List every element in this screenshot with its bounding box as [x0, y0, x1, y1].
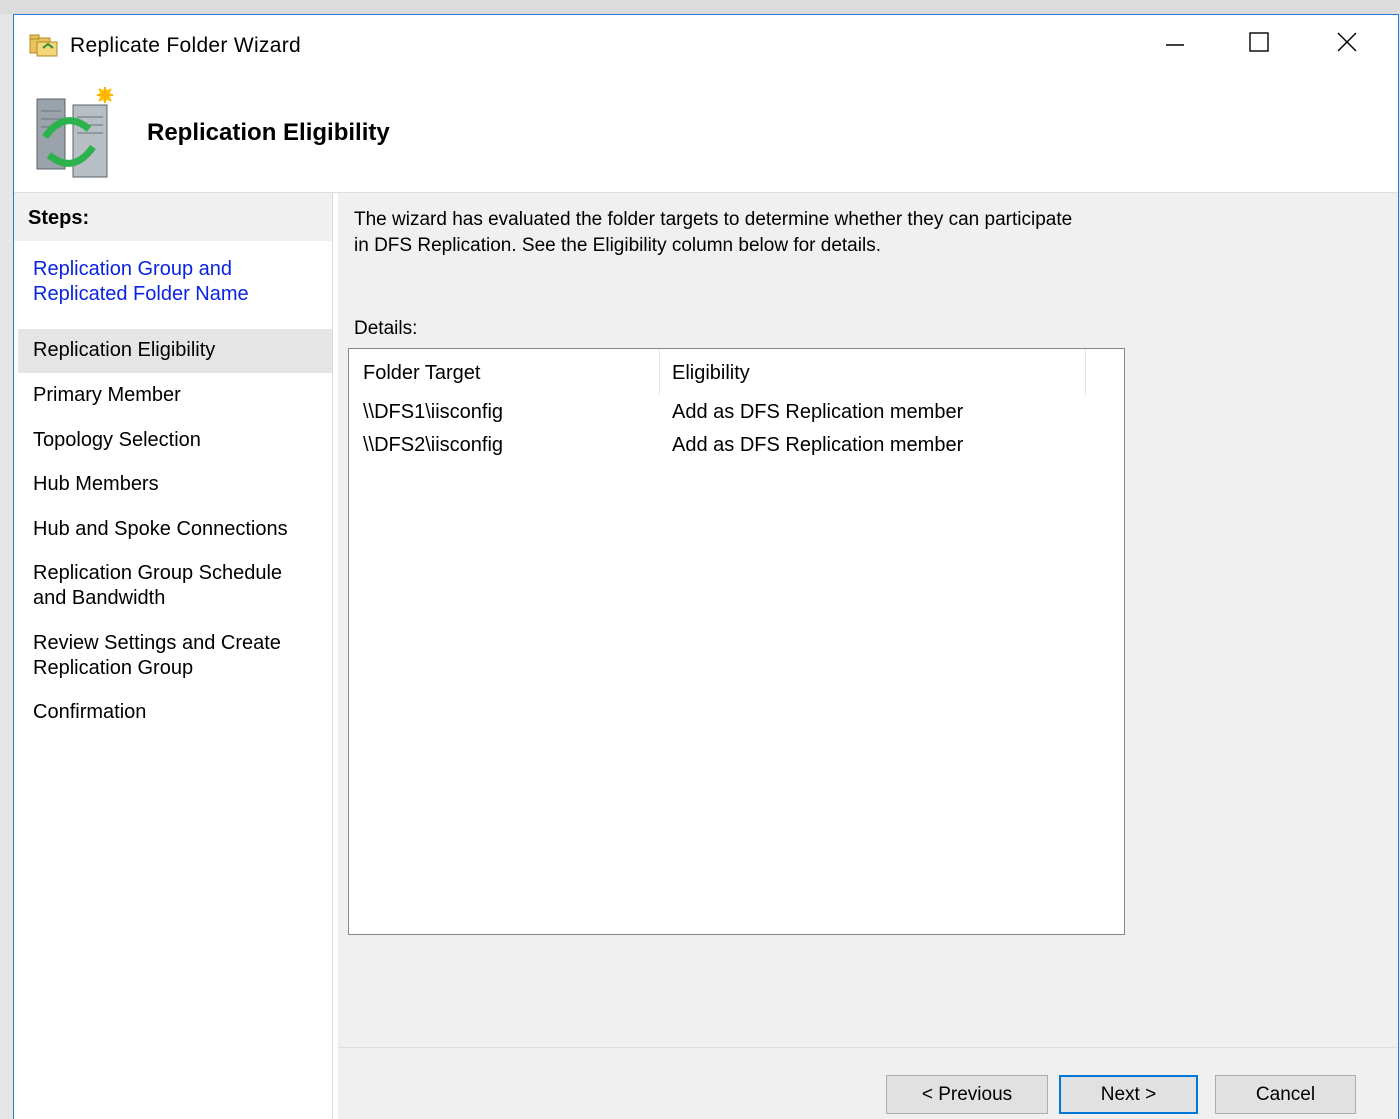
minimize-icon: [1164, 31, 1186, 58]
step-review-settings: Review Settings and Create Replication G…: [33, 632, 281, 679]
eligibility-cell: Add as DFS Replication member: [672, 401, 964, 423]
maximize-icon: [1248, 31, 1270, 58]
eligibility-cell: Add as DFS Replication member: [672, 434, 964, 456]
wizard-header: Replication Eligibility: [14, 77, 1398, 193]
cancel-button[interactable]: Cancel: [1215, 1075, 1356, 1114]
steps-panel: Steps: Replication Group and Replicated …: [14, 193, 333, 1119]
close-button[interactable]: [1327, 27, 1367, 61]
step-replication-eligibility: Replication Eligibility: [18, 329, 332, 373]
folder-target-cell: \\DFS1\iisconfig: [363, 401, 504, 423]
page-title: Replication Eligibility: [147, 119, 390, 146]
step-replication-group-name[interactable]: Replication Group and Replicated Folder …: [18, 257, 332, 307]
step-schedule-bandwidth: Replication Group Schedule and Bandwidth: [33, 562, 283, 609]
desktop-backdrop: [0, 0, 1400, 14]
previous-button[interactable]: < Previous: [886, 1075, 1048, 1114]
next-button[interactable]: Next >: [1059, 1075, 1198, 1114]
replication-servers-icon: [29, 87, 121, 181]
table-row[interactable]: \\DFS2\iisconfig Add as DFS Replication …: [349, 430, 1086, 462]
wizard-window: Replicate Folder Wizard Replication Elig…: [13, 14, 1399, 1119]
step-primary-member: Primary Member: [33, 384, 181, 406]
close-icon: [1336, 31, 1358, 58]
column-header-eligibility[interactable]: Eligibility: [660, 349, 1086, 395]
steps-heading: Steps:: [14, 193, 332, 241]
window-title: Replicate Folder Wizard: [70, 34, 301, 57]
step-topology-selection: Topology Selection: [33, 429, 201, 451]
content-panel: The wizard has evaluated the folder targ…: [338, 193, 1398, 1119]
button-bar: < Previous Next > Cancel: [338, 1047, 1398, 1119]
replicate-folder-icon: [29, 31, 59, 57]
minimize-button[interactable]: [1155, 27, 1195, 61]
table-row[interactable]: \\DFS1\iisconfig Add as DFS Replication …: [349, 397, 1086, 429]
folder-target-cell: \\DFS2\iisconfig: [363, 434, 504, 456]
maximize-button[interactable]: [1239, 27, 1279, 61]
details-label: Details:: [354, 318, 418, 339]
eligibility-list[interactable]: Folder Target Eligibility \\DFS1\iisconf…: [348, 348, 1125, 935]
title-bar: Replicate Folder Wizard: [14, 15, 1398, 77]
column-header-folder-target[interactable]: Folder Target: [349, 349, 660, 395]
step-hub-spoke-connections: Hub and Spoke Connections: [33, 518, 288, 540]
step-confirmation: Confirmation: [33, 701, 147, 723]
description-text: The wizard has evaluated the folder targ…: [354, 209, 1073, 256]
step-hub-members: Hub Members: [33, 473, 159, 495]
